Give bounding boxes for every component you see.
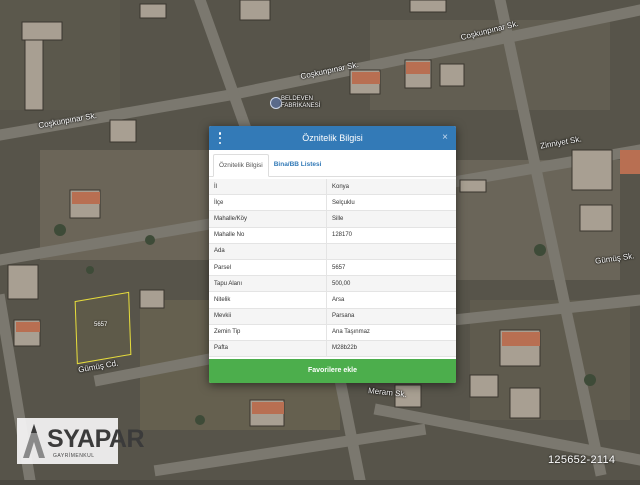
row-key: Ada (209, 243, 327, 260)
row-value: Parsana (326, 308, 456, 325)
parcel-number-tag: 5657 (94, 322, 108, 328)
tab-attribute-info[interactable]: Öznitelik Bilgisi (213, 154, 269, 177)
table-row: Tapu Alanı 500,00 (209, 275, 456, 293)
listing-id: 125652-2114 (548, 454, 616, 466)
row-value: Selçuklu (326, 194, 456, 212)
table-row: Parsel 5657 (209, 259, 456, 277)
dialog-title: Öznitelik Bilgisi (302, 133, 363, 143)
row-key: Mahalle/Köy (209, 210, 327, 228)
row-value: 5657 (326, 259, 456, 277)
row-key: Pafta (209, 340, 327, 358)
poi-label-line1: BELDEVEN (281, 96, 314, 102)
row-value: Arsa (326, 291, 456, 309)
logo-tagline: GAYRİMENKUL (53, 453, 95, 459)
row-key: Mevkii (209, 308, 327, 325)
row-value: M28b22b (326, 340, 456, 358)
dialog-header: Öznitelik Bilgisi × (209, 126, 456, 150)
poi-label: BELDEVEN FABRİKANESİ (281, 96, 320, 110)
row-key: Zemin Tip (209, 324, 327, 341)
row-key: Nitelik (209, 291, 327, 309)
brand-logo: SYAPAR GAYRİMENKUL (17, 418, 145, 464)
selected-parcel-outline[interactable] (74, 291, 132, 365)
close-button[interactable]: × (442, 126, 448, 150)
dialog-tabs: Öznitelik Bilgisi Bina/BB Listesi (209, 154, 456, 177)
row-key: İlçe (209, 194, 327, 212)
row-value: Ana Taşınmaz (326, 324, 456, 341)
logo-wordmark: SYAPAR (47, 425, 145, 453)
table-row: Mevkii Parsana (209, 308, 456, 325)
tab-building-list[interactable]: Bina/BB Listesi (269, 154, 327, 176)
table-row: İlçe Selçuklu (209, 194, 456, 212)
row-value: Konya (326, 179, 456, 196)
table-row: Nitelik Arsa (209, 291, 456, 309)
row-key: İl (209, 179, 327, 196)
logo-mark-icon (23, 424, 45, 458)
table-row: Ada (209, 243, 456, 260)
row-value: Sille (326, 210, 456, 228)
add-to-favorites-button[interactable]: Favorilere ekle (209, 359, 456, 383)
row-value (326, 243, 456, 260)
table-row: Mahalle/Köy Sille (209, 210, 456, 228)
row-key: Parsel (209, 259, 327, 277)
table-row: Zemin Tip Ana Taşınmaz (209, 324, 456, 341)
table-row: Mahalle No 128170 (209, 227, 456, 244)
row-value: 500,00 (326, 275, 456, 293)
attribute-table: İl Konya İlçe Selçuklu Mahalle/Köy Sille Ma… (209, 179, 456, 358)
attribute-info-dialog: Öznitelik Bilgisi × Öznitelik Bilgisi Bi… (209, 126, 456, 383)
poi-label-line2: FABRİKANESİ (281, 103, 321, 109)
table-row: İl Konya (209, 179, 456, 196)
row-key: Mahalle No (209, 227, 327, 244)
row-key: Tapu Alanı (209, 275, 327, 293)
row-value: 128170 (326, 227, 456, 244)
table-row: Pafta M28b22b (209, 340, 456, 358)
